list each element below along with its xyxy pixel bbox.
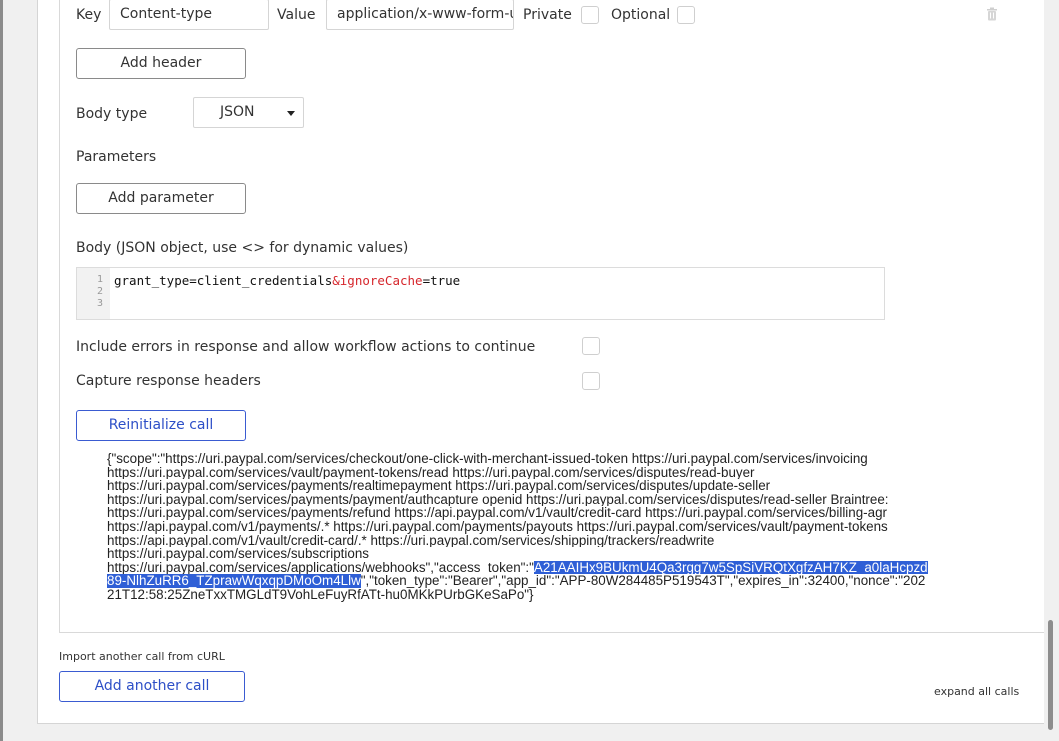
line-number: 3 xyxy=(97,298,104,309)
capture-headers-checkbox[interactable] xyxy=(582,372,600,390)
response-line: https://uri.paypal.com/services/vault/pa… xyxy=(107,465,755,480)
response-text: https://uri.paypal.com/services/applicat… xyxy=(107,560,534,575)
include-errors-checkbox[interactable] xyxy=(582,337,600,355)
chevron-down-icon xyxy=(287,111,295,116)
header-optional-checkbox[interactable] xyxy=(677,6,695,24)
response-line: https://uri.paypal.com/services/subscrip… xyxy=(107,547,369,561)
reinitialize-call-button[interactable]: Reinitialize call xyxy=(76,410,246,441)
trash-icon[interactable] xyxy=(986,7,998,21)
code-token-highlight: &ignoreCache xyxy=(332,273,423,288)
selected-access-token: 89-NlhZuRR6_TZprawWqxqpDMoOm4Llw xyxy=(107,574,361,588)
expand-all-calls-link[interactable]: expand all calls xyxy=(934,685,1019,698)
include-errors-label: Include errors in response and allow wor… xyxy=(76,339,536,355)
code-token: =true xyxy=(422,273,461,288)
add-header-button[interactable]: Add header xyxy=(76,48,246,79)
header-value-input[interactable]: application/x-www-form-u xyxy=(326,0,514,30)
response-line: {"scope":"https://uri.paypal.com/service… xyxy=(107,452,868,466)
code-gutter xyxy=(77,268,110,319)
response-text: ","token_type":"Bearer","app_id":"APP-80… xyxy=(360,574,926,588)
line-number: 1 xyxy=(97,274,104,285)
response-line: https://uri.paypal.com/services/payments… xyxy=(107,479,771,493)
body-label: Body (JSON object, use <> for dynamic va… xyxy=(76,240,409,256)
header-optional-label: Optional xyxy=(611,7,671,23)
body-type-selected: JSON xyxy=(220,104,255,120)
header-private-label: Private xyxy=(523,7,572,23)
response-line: https://uri.paypal.com/services/payments… xyxy=(107,492,889,507)
header-key-input[interactable]: Content-type xyxy=(109,0,269,30)
code-token: grant_type=client_credentials xyxy=(114,273,333,288)
body-code-editor[interactable]: 1 2 3 grant_type=client_credentials&igno… xyxy=(76,267,885,320)
header-private-checkbox[interactable] xyxy=(581,6,599,24)
parameters-label: Parameters xyxy=(76,149,157,165)
body-type-label: Body type xyxy=(76,106,148,122)
header-value-label: Value xyxy=(277,7,316,23)
body-type-select[interactable]: JSON xyxy=(193,97,304,128)
response-line: https://api.paypal.com/v1/payments/.* ht… xyxy=(107,519,888,534)
code-line-1: grant_type=client_credentials&ignoreCach… xyxy=(114,273,460,288)
response-line: 89-NlhZuRR6_TZprawWqxqpDMoOm4Llw","token… xyxy=(107,574,1047,588)
response-output: {"scope":"https://uri.paypal.com/service… xyxy=(107,452,1047,602)
line-number: 2 xyxy=(97,286,104,297)
response-line: https://api.paypal.com/v1/vault/credit-c… xyxy=(107,533,715,548)
response-line: https://uri.paypal.com/services/payments… xyxy=(107,506,887,520)
capture-headers-label: Capture response headers xyxy=(76,373,261,389)
response-line: 21T12:58:25ZneTxxTMGLdT9VohLeFuyRfATt-hu… xyxy=(107,587,534,602)
import-curl-link[interactable]: Import another call from cURL xyxy=(59,650,225,663)
add-another-call-button[interactable]: Add another call xyxy=(59,671,245,702)
selected-access-token: A21AAIHx9BUkmU4Qa3rgg7w5SpSiVRQtXgfzAH7K… xyxy=(533,560,928,575)
add-parameter-button[interactable]: Add parameter xyxy=(76,183,246,214)
response-line: https://uri.paypal.com/services/applicat… xyxy=(107,560,1047,575)
window-edge xyxy=(0,0,3,741)
header-key-label: Key xyxy=(76,7,102,23)
scrollbar-thumb[interactable] xyxy=(1048,620,1053,730)
